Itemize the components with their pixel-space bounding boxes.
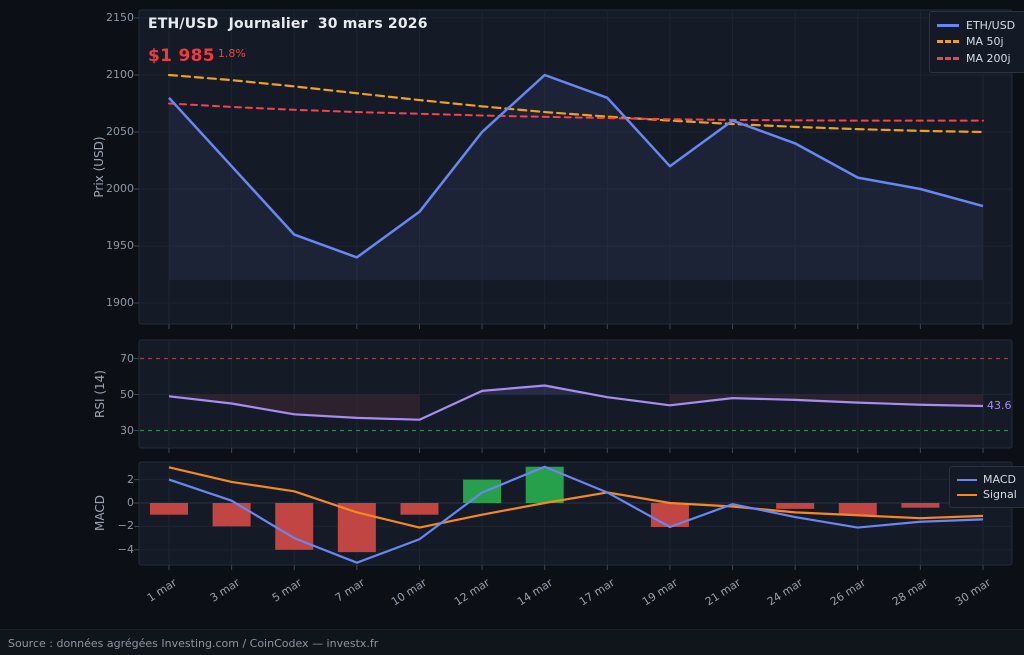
legend-item-ma50[interactable]: MA 50j	[937, 34, 1023, 49]
ma50-line-swatch	[937, 40, 959, 43]
ma200-line-swatch	[937, 57, 959, 60]
macd-histogram-bar	[901, 503, 939, 508]
macd-x-tickmarks	[169, 565, 983, 570]
chart-canvas[interactable]	[0, 0, 1024, 655]
y-tick-label: −2	[90, 519, 134, 533]
legend-item-ethusd[interactable]: ETH/USD	[937, 18, 1023, 33]
ethusd-line-swatch	[937, 24, 959, 27]
y-tick-label: 30	[90, 424, 134, 438]
rsi-last-value: 43.6	[987, 399, 1012, 412]
y-tick-label: −4	[90, 543, 134, 557]
y-tick-label: 0	[90, 496, 134, 510]
price-legend: ETH/USD MA 50j MA 200j	[929, 11, 1024, 73]
y-tick-label: 50	[90, 388, 134, 402]
chart-figure: ETH/USD Journalier 30 mars 2026 $1 985 1…	[0, 0, 1024, 655]
y-tick-label: 1900	[90, 296, 134, 310]
macd-histogram-bar	[150, 503, 188, 515]
price-header: $1 985 1.8%	[148, 46, 246, 66]
y-tick-label: 2150	[90, 11, 134, 25]
price-change-percent: 1.8%	[218, 47, 246, 60]
macd-histogram-bar	[338, 503, 376, 552]
y-tick-label: 2100	[90, 68, 134, 82]
y-tick-label: 2050	[90, 125, 134, 139]
footer-bar: Source : données agrégées Investing.com …	[0, 629, 1024, 655]
signal-line-swatch	[957, 494, 977, 496]
macd-line-swatch	[957, 479, 977, 481]
macd-histogram-bar	[839, 503, 877, 515]
source-text: Source : données agrégées Investing.com …	[8, 637, 378, 650]
macd-histogram-bar	[213, 503, 251, 526]
legend-item-macd[interactable]: MACD	[957, 472, 1021, 487]
chart-title: ETH/USD Journalier 30 mars 2026	[148, 16, 428, 32]
y-tick-label: 70	[90, 352, 134, 366]
legend-item-ma200[interactable]: MA 200j	[937, 51, 1023, 66]
y-tick-label: 2	[90, 473, 134, 487]
legend-item-signal[interactable]: Signal	[957, 487, 1021, 502]
macd-histogram-bar	[651, 503, 689, 527]
y-tick-label: 1950	[90, 239, 134, 253]
macd-histogram-bar	[400, 503, 438, 515]
macd-legend: MACD Signal	[949, 466, 1024, 508]
rsi-x-tickmarks	[169, 448, 983, 453]
macd-histogram-bar	[776, 503, 814, 509]
y-tick-label: 2000	[90, 182, 134, 196]
price-value: $1 985	[148, 46, 215, 66]
price-x-tickmarks	[169, 324, 983, 329]
